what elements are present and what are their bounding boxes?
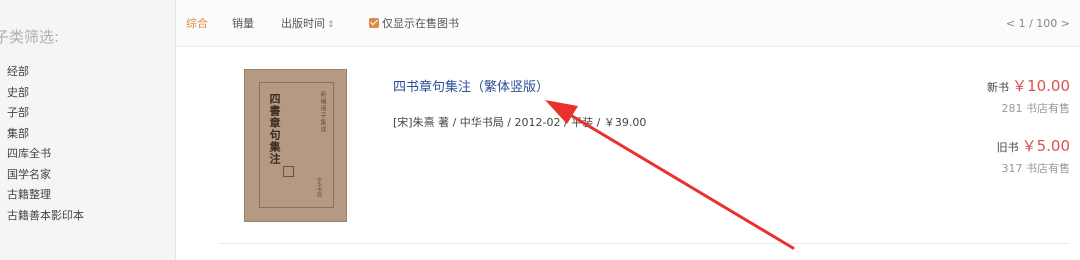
only-in-stock-label: 仅显示在售图书 — [382, 17, 459, 30]
used-book-price: 旧书 ￥5.00 317 书店有售 — [997, 135, 1070, 176]
pagination[interactable]: < 1 / 100 > — [1006, 0, 1070, 47]
sidebar-item-zibu[interactable]: 子部 — [7, 103, 84, 124]
sidebar-item-guji-zhengli[interactable]: 古籍整理 — [7, 185, 84, 206]
used-book-price-value[interactable]: ￥5.00 — [1022, 137, 1070, 155]
sidebar-item-guoxue-mingjia[interactable]: 国学名家 — [7, 165, 84, 186]
sort-sales-button[interactable]: 销量 — [232, 0, 254, 47]
updown-arrow-icon: ⇕ — [327, 20, 335, 30]
new-price-row: 新书 ￥10.00 — [987, 75, 1070, 96]
book-cover-image[interactable]: 四書章句集注 新编诸子集成 中华书局 — [244, 69, 347, 222]
new-book-stock[interactable]: 281 书店有售 — [987, 100, 1071, 116]
cover-publisher-text: 中华书局 — [316, 177, 322, 197]
checkbox-checked-icon — [369, 18, 379, 28]
cover-series-text: 新编诸子集成 — [319, 91, 326, 133]
sidebar-item-shibu[interactable]: 史部 — [7, 83, 84, 104]
sidebar-item-guji-shanben[interactable]: 古籍善本影印本 — [7, 206, 84, 227]
new-book-price: 新书 ￥10.00 281 书店有售 — [987, 75, 1070, 116]
used-price-row: 旧书 ￥5.00 — [997, 135, 1070, 156]
cover-seal-icon — [283, 166, 294, 177]
sort-overall-button[interactable]: 综合 — [186, 0, 208, 47]
book-title-link[interactable]: 四书章句集注（繁体竖版） — [393, 76, 549, 95]
result-divider — [218, 243, 1070, 244]
new-book-price-value[interactable]: ￥10.00 — [1012, 77, 1070, 95]
arrow-shaft — [560, 108, 795, 250]
sidebar-item-jibu[interactable]: 集部 — [7, 124, 84, 145]
used-book-stock[interactable]: 317 书店有售 — [997, 160, 1071, 176]
cover-title-text: 四書章句集注 — [268, 93, 281, 165]
only-in-stock-checkbox[interactable]: 仅显示在售图书 — [369, 0, 459, 47]
category-sidebar: 子类筛选: 经部 史部 子部 集部 四库全书 国学名家 古籍整理 古籍善本影印本 — [0, 0, 176, 260]
used-book-label: 旧书 — [996, 141, 1019, 154]
sort-toolbar: 综合 销量 出版时间 ⇕ 仅显示在售图书 < 1 / 100 > — [176, 0, 1080, 47]
sort-pubdate-button[interactable]: 出版时间 ⇕ — [281, 0, 335, 47]
sidebar-title: 子类筛选: — [0, 28, 60, 46]
sidebar-item-jingbu[interactable]: 经部 — [7, 62, 84, 83]
sidebar-item-siku-quanshu[interactable]: 四库全书 — [7, 144, 84, 165]
category-list: 经部 史部 子部 集部 四库全书 国学名家 古籍整理 古籍善本影印本 — [7, 62, 84, 226]
book-meta: [宋]朱熹 著 / 中华书局 / 2012-02 / 平装 / ￥39.00 — [393, 116, 647, 129]
cover-frame: 四書章句集注 新编诸子集成 中华书局 — [259, 82, 334, 208]
sort-pubdate-label: 出版时间 — [281, 17, 325, 30]
new-book-label: 新书 — [987, 81, 1010, 94]
